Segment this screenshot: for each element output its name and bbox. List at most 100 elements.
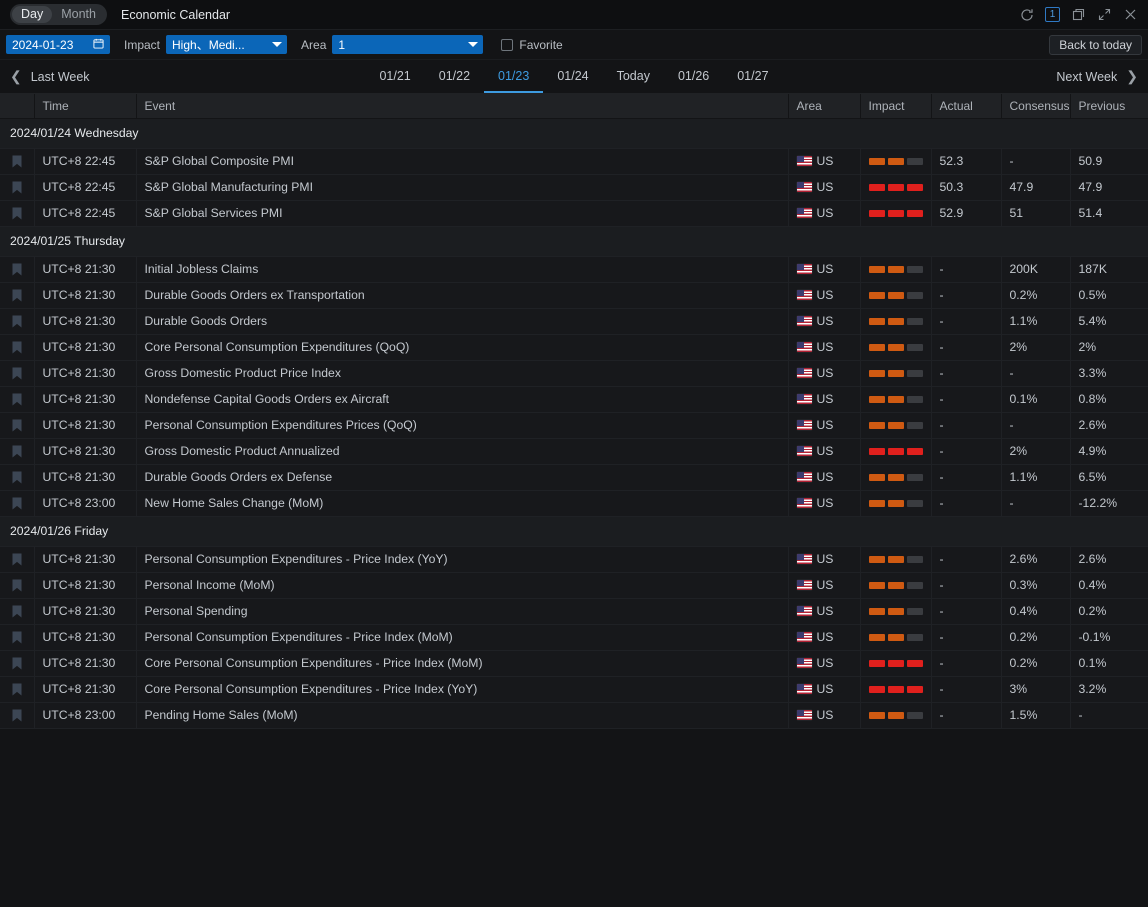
row-event[interactable]: Durable Goods Orders (136, 308, 788, 334)
row-event[interactable]: Core Personal Consumption Expenditures -… (136, 650, 788, 676)
impact-filter-select[interactable]: High、Medi... (166, 35, 287, 54)
column-header-actual[interactable]: Actual (931, 94, 1001, 118)
column-header-previous[interactable]: Previous (1070, 94, 1148, 118)
row-event[interactable]: Gross Domestic Product Price Index (136, 360, 788, 386)
page-title: Economic Calendar (121, 8, 230, 22)
table-row[interactable]: UTC+8 22:45S&P Global Services PMIUS52.9… (0, 200, 1148, 226)
row-event[interactable]: S&P Global Composite PMI (136, 148, 788, 174)
table-row[interactable]: UTC+8 21:30Personal Consumption Expendit… (0, 546, 1148, 572)
restore-window-icon[interactable] (1071, 7, 1086, 22)
row-bookmark-cell[interactable] (0, 702, 34, 728)
row-bookmark-cell[interactable] (0, 650, 34, 676)
flag-us-icon (797, 606, 812, 616)
week-day-tab-today[interactable]: Today (603, 60, 664, 93)
week-day-tab[interactable]: 01/27 (723, 60, 782, 93)
row-bookmark-cell[interactable] (0, 676, 34, 702)
row-event[interactable]: Personal Income (MoM) (136, 572, 788, 598)
table-row[interactable]: UTC+8 21:30Core Personal Consumption Exp… (0, 650, 1148, 676)
flag-us-icon (797, 684, 812, 694)
row-bookmark-cell[interactable] (0, 282, 34, 308)
table-row[interactable]: UTC+8 22:45S&P Global Composite PMIUS52.… (0, 148, 1148, 174)
row-bookmark-cell[interactable] (0, 412, 34, 438)
impact-bar (907, 344, 923, 351)
row-bookmark-cell[interactable] (0, 148, 34, 174)
row-event[interactable]: S&P Global Manufacturing PMI (136, 174, 788, 200)
row-event[interactable]: S&P Global Services PMI (136, 200, 788, 226)
area-filter-select[interactable]: 1 (332, 35, 483, 54)
row-bookmark-cell[interactable] (0, 174, 34, 200)
expand-icon[interactable] (1097, 7, 1112, 22)
row-bookmark-cell[interactable] (0, 598, 34, 624)
column-header-consensus[interactable]: Consensus (1001, 94, 1070, 118)
row-event[interactable]: Nondefense Capital Goods Orders ex Aircr… (136, 386, 788, 412)
view-mode-day[interactable]: Day (12, 6, 52, 23)
table-row[interactable]: UTC+8 21:30Personal Consumption Expendit… (0, 624, 1148, 650)
table-row[interactable]: UTC+8 21:30Personal Income (MoM)US-0.3%0… (0, 572, 1148, 598)
close-icon[interactable] (1123, 7, 1138, 22)
row-bookmark-cell[interactable] (0, 490, 34, 516)
impact-bar (907, 396, 923, 403)
checkbox-box-icon[interactable] (501, 39, 513, 51)
row-bookmark-cell[interactable] (0, 256, 34, 282)
view-mode-month[interactable]: Month (52, 6, 105, 23)
row-event[interactable]: Initial Jobless Claims (136, 256, 788, 282)
column-header-impact[interactable]: Impact (860, 94, 931, 118)
view-mode-segmented-control[interactable]: Day Month (10, 4, 107, 25)
table-row[interactable]: UTC+8 21:30Gross Domestic Product Annual… (0, 438, 1148, 464)
row-bookmark-cell[interactable] (0, 386, 34, 412)
row-event[interactable]: Gross Domestic Product Annualized (136, 438, 788, 464)
table-row[interactable]: UTC+8 22:45S&P Global Manufacturing PMIU… (0, 174, 1148, 200)
row-area: US (788, 702, 860, 728)
back-to-today-button[interactable]: Back to today (1049, 35, 1142, 55)
row-bookmark-cell[interactable] (0, 360, 34, 386)
row-bookmark-cell[interactable] (0, 200, 34, 226)
week-day-tab[interactable]: 01/26 (664, 60, 723, 93)
row-bookmark-cell[interactable] (0, 438, 34, 464)
row-event[interactable]: Personal Consumption Expenditures - Pric… (136, 624, 788, 650)
table-row[interactable]: UTC+8 21:30Nondefense Capital Goods Orde… (0, 386, 1148, 412)
row-time: UTC+8 21:30 (34, 334, 136, 360)
week-day-tab[interactable]: 01/24 (543, 60, 602, 93)
impact-bar (888, 448, 904, 455)
favorite-checkbox[interactable]: Favorite (501, 38, 562, 52)
table-row[interactable]: UTC+8 21:30Core Personal Consumption Exp… (0, 334, 1148, 360)
row-bookmark-cell[interactable] (0, 546, 34, 572)
table-row[interactable]: UTC+8 21:30Durable Goods Orders ex Defen… (0, 464, 1148, 490)
table-row[interactable]: UTC+8 21:30Personal SpendingUS-0.4%0.2% (0, 598, 1148, 624)
table-row[interactable]: UTC+8 21:30Gross Domestic Product Price … (0, 360, 1148, 386)
date-picker[interactable]: 2024-01-23 (6, 35, 110, 54)
row-consensus: 0.3% (1001, 572, 1070, 598)
row-event[interactable]: Durable Goods Orders ex Defense (136, 464, 788, 490)
impact-indicator (869, 474, 923, 481)
row-bookmark-cell[interactable] (0, 624, 34, 650)
table-row[interactable]: UTC+8 21:30Core Personal Consumption Exp… (0, 676, 1148, 702)
row-event[interactable]: Core Personal Consumption Expenditures -… (136, 676, 788, 702)
column-header-event[interactable]: Event (136, 94, 788, 118)
column-header-area[interactable]: Area (788, 94, 860, 118)
table-row[interactable]: UTC+8 21:30Initial Jobless ClaimsUS-200K… (0, 256, 1148, 282)
row-bookmark-cell[interactable] (0, 308, 34, 334)
row-event[interactable]: Personal Spending (136, 598, 788, 624)
refresh-icon[interactable] (1019, 7, 1034, 22)
row-event[interactable]: Personal Consumption Expenditures Prices… (136, 412, 788, 438)
table-row[interactable]: UTC+8 21:30Durable Goods OrdersUS-1.1%5.… (0, 308, 1148, 334)
row-event[interactable]: Pending Home Sales (MoM) (136, 702, 788, 728)
row-event[interactable]: Core Personal Consumption Expenditures (… (136, 334, 788, 360)
table-row[interactable]: UTC+8 21:30Durable Goods Orders ex Trans… (0, 282, 1148, 308)
table-row[interactable]: UTC+8 21:30Personal Consumption Expendit… (0, 412, 1148, 438)
table-row[interactable]: UTC+8 23:00New Home Sales Change (MoM)US… (0, 490, 1148, 516)
row-bookmark-cell[interactable] (0, 464, 34, 490)
table-row[interactable]: UTC+8 23:00Pending Home Sales (MoM)US-1.… (0, 702, 1148, 728)
row-event[interactable]: Durable Goods Orders ex Transportation (136, 282, 788, 308)
row-bookmark-cell[interactable] (0, 334, 34, 360)
row-event[interactable]: New Home Sales Change (MoM) (136, 490, 788, 516)
week-day-tab[interactable]: 01/21 (365, 60, 424, 93)
column-header-time[interactable]: Time (34, 94, 136, 118)
week-day-tab[interactable]: 01/22 (425, 60, 484, 93)
row-bookmark-cell[interactable] (0, 572, 34, 598)
row-event[interactable]: Personal Consumption Expenditures - Pric… (136, 546, 788, 572)
row-impact (860, 438, 931, 464)
window-count-badge[interactable]: 1 (1045, 7, 1060, 22)
row-time: UTC+8 21:30 (34, 282, 136, 308)
week-day-tab-active[interactable]: 01/23 (484, 60, 543, 93)
